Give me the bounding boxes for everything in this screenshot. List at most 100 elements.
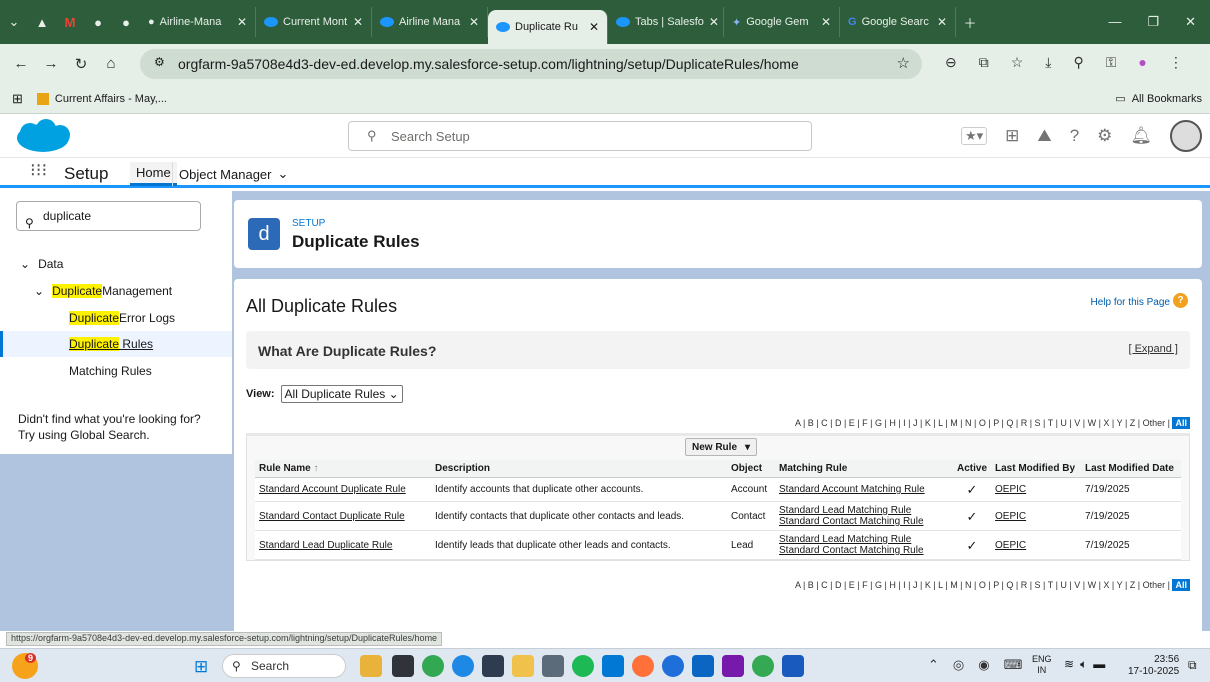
taskbar-search-input[interactable]: ⚲ Search — [222, 654, 346, 678]
column-header[interactable]: Rule Name ↑ — [255, 460, 431, 478]
all-bookmarks[interactable]: ▭ All Bookmarks — [1115, 92, 1202, 106]
app-launcher-icon[interactable]: ⁝⁝⁝ — [30, 160, 47, 181]
close-icon[interactable]: ✕ — [469, 15, 479, 29]
keyboard-icon[interactable]: ⌨ — [1004, 657, 1023, 673]
pinned-tab-icon[interactable]: ▲ — [28, 8, 56, 36]
bookmark-current-affairs[interactable]: Current Affairs - May,... — [55, 93, 167, 105]
browser-tab[interactable]: ● Airline-Mana ✕ — [140, 7, 256, 37]
browser-tab-active[interactable]: Duplicate Ru ✕ — [488, 10, 608, 44]
back-icon[interactable]: ← — [8, 55, 34, 73]
close-window-icon[interactable]: ✕ — [1185, 14, 1196, 30]
word-icon[interactable] — [782, 655, 804, 677]
tray-app-icon[interactable]: ◉ — [978, 657, 989, 673]
weather-widget-icon[interactable]: 9 — [12, 653, 38, 679]
gmail-icon[interactable]: M — [56, 8, 84, 36]
news-widget-icon[interactable] — [360, 655, 382, 677]
close-icon[interactable]: ✕ — [589, 20, 599, 34]
reload-icon[interactable]: ↻ — [68, 55, 94, 73]
file-explorer-icon[interactable] — [512, 655, 534, 677]
favorites-star-icon[interactable]: ★▾ — [960, 127, 988, 145]
clock[interactable]: 23:56 17-10-2025 — [1128, 654, 1179, 678]
expand-link[interactable]: [ Expand ] — [1128, 343, 1178, 355]
minimize-icon[interactable]: — — [1108, 14, 1121, 30]
bookmark-star-icon[interactable]: ☆ — [897, 54, 910, 72]
app-icon[interactable] — [662, 655, 684, 677]
rule-name-link[interactable]: Standard Contact Duplicate Rule — [259, 511, 405, 522]
language-indicator[interactable]: ENG IN — [1032, 654, 1052, 676]
global-actions-plus-icon[interactable]: ⊞ — [1005, 126, 1019, 146]
help-question-icon[interactable]: ? — [1070, 126, 1079, 146]
download-icon[interactable]: ⤓ — [1045, 54, 1051, 71]
tab-home[interactable]: Home — [130, 162, 177, 186]
help-question-icon[interactable]: ? — [1173, 293, 1188, 308]
close-icon[interactable]: ✕ — [821, 15, 831, 29]
forward-icon[interactable]: → — [38, 55, 64, 73]
calculator-icon[interactable] — [542, 655, 564, 677]
chrome-icon[interactable] — [752, 655, 774, 677]
profile-avatar-icon[interactable]: ● — [1138, 54, 1146, 71]
password-key-icon[interactable]: ⚿ — [1106, 54, 1117, 71]
alpha-filter-bottom[interactable]: A | B | C | D | E | F | G | H | I | J | … — [795, 579, 1190, 591]
browser-tab[interactable]: G Google Searc ✕ — [840, 7, 956, 37]
apps-grid-icon[interactable]: ⊞ — [12, 91, 23, 107]
site-info-icon[interactable]: ⚙ — [154, 55, 165, 69]
salesforce-logo-icon[interactable] — [12, 119, 74, 155]
modified-by-link[interactable]: OEPIC — [995, 511, 1026, 522]
notifications-icon[interactable]: ⧉ — [1188, 658, 1197, 673]
sidebar-item-duplicate-rules[interactable]: Duplicate Rules — [0, 331, 232, 357]
new-tab-icon[interactable]: ＋ — [956, 8, 984, 36]
chevron-up-icon[interactable]: ⌃ — [928, 657, 939, 673]
tray-app-icon[interactable]: ◎ — [953, 657, 964, 673]
restore-icon[interactable]: ❐ — [1147, 14, 1159, 30]
matching-rule-link[interactable]: Standard Lead Matching Rule — [779, 505, 911, 516]
browser-tab[interactable]: ✦ Google Gem ✕ — [724, 7, 840, 37]
close-icon[interactable]: ✕ — [353, 15, 363, 29]
alpha-filter-top[interactable]: A | B | C | D | E | F | G | H | I | J | … — [795, 417, 1190, 429]
modified-by-link[interactable]: OEPIC — [995, 540, 1026, 551]
extensions-icon[interactable]: ⧉ — [979, 54, 989, 71]
home-icon[interactable]: ⌂ — [98, 55, 124, 73]
firefox-icon[interactable] — [632, 655, 654, 677]
modified-by-link[interactable]: OEPIC — [995, 484, 1026, 495]
matching-rule-link[interactable]: Standard Lead Matching Rule — [779, 534, 911, 545]
browser-tab[interactable]: Current Mont ✕ — [256, 7, 372, 37]
sidebar-item-matching-rules[interactable]: Matching Rules — [0, 358, 232, 384]
task-view-icon[interactable] — [392, 655, 414, 677]
matching-rule-link[interactable]: Standard Account Matching Rule — [779, 484, 925, 495]
help-for-page-link[interactable]: Help for this Page — [1091, 297, 1171, 308]
menu-icon[interactable]: ⋮ — [1169, 54, 1183, 71]
linkedin-icon[interactable] — [692, 655, 714, 677]
tab-object-manager[interactable]: Object Manager ⌄ — [172, 162, 294, 186]
close-icon[interactable]: ✕ — [937, 15, 947, 29]
search-setup-input[interactable]: ⚲ Search Setup — [348, 121, 812, 151]
rule-name-link[interactable]: Standard Lead Duplicate Rule — [259, 540, 392, 551]
gear-icon[interactable]: ⚙ — [1097, 126, 1112, 146]
quick-find-input[interactable]: ⚲ duplicate — [16, 201, 201, 231]
matching-rule-link[interactable]: Standard Contact Matching Rule — [779, 545, 924, 556]
windows-start-icon[interactable]: ⊞ — [194, 657, 208, 677]
tab-search-icon[interactable]: ⌄ — [0, 8, 28, 36]
edge-icon[interactable] — [452, 655, 474, 677]
close-icon[interactable]: ✕ — [709, 15, 719, 29]
user-avatar[interactable] — [1170, 120, 1202, 152]
bookmarks-icon[interactable]: ☆ — [1011, 54, 1024, 71]
extension-icon[interactable]: ⊖ — [945, 54, 957, 71]
notepad-icon[interactable] — [482, 655, 504, 677]
close-icon[interactable]: ✕ — [237, 15, 247, 29]
github-icon[interactable]: ● — [84, 8, 112, 36]
address-bar[interactable]: ⚙ orgfarm-9a5708e4d3-dev-ed.develop.my.s… — [140, 49, 922, 79]
onenote-icon[interactable] — [722, 655, 744, 677]
tree-node-data[interactable]: ⌄ Data — [0, 251, 232, 277]
view-select[interactable]: All Duplicate Rules ⌄ — [280, 385, 403, 403]
spotify-icon[interactable] — [572, 655, 594, 677]
location-icon[interactable]: ⚲ — [1074, 54, 1084, 71]
github-icon[interactable]: ● — [112, 8, 140, 36]
tree-node-duplicate-management[interactable]: ⌄ Duplicate Management — [0, 278, 232, 304]
notification-bell-icon[interactable]: 🔔︎ — [1130, 126, 1152, 146]
matching-rule-link[interactable]: Standard Contact Matching Rule — [779, 516, 924, 527]
new-rule-button[interactable]: New Rule ▾ — [685, 438, 758, 456]
browser-tab[interactable]: Airline Mana ✕ — [372, 7, 488, 37]
sidebar-item-duplicate-error-logs[interactable]: Duplicate Error Logs — [0, 305, 232, 331]
network-volume-battery[interactable]: ≋ 🔈︎ ▬ — [1064, 657, 1105, 672]
vscode-icon[interactable] — [602, 655, 624, 677]
